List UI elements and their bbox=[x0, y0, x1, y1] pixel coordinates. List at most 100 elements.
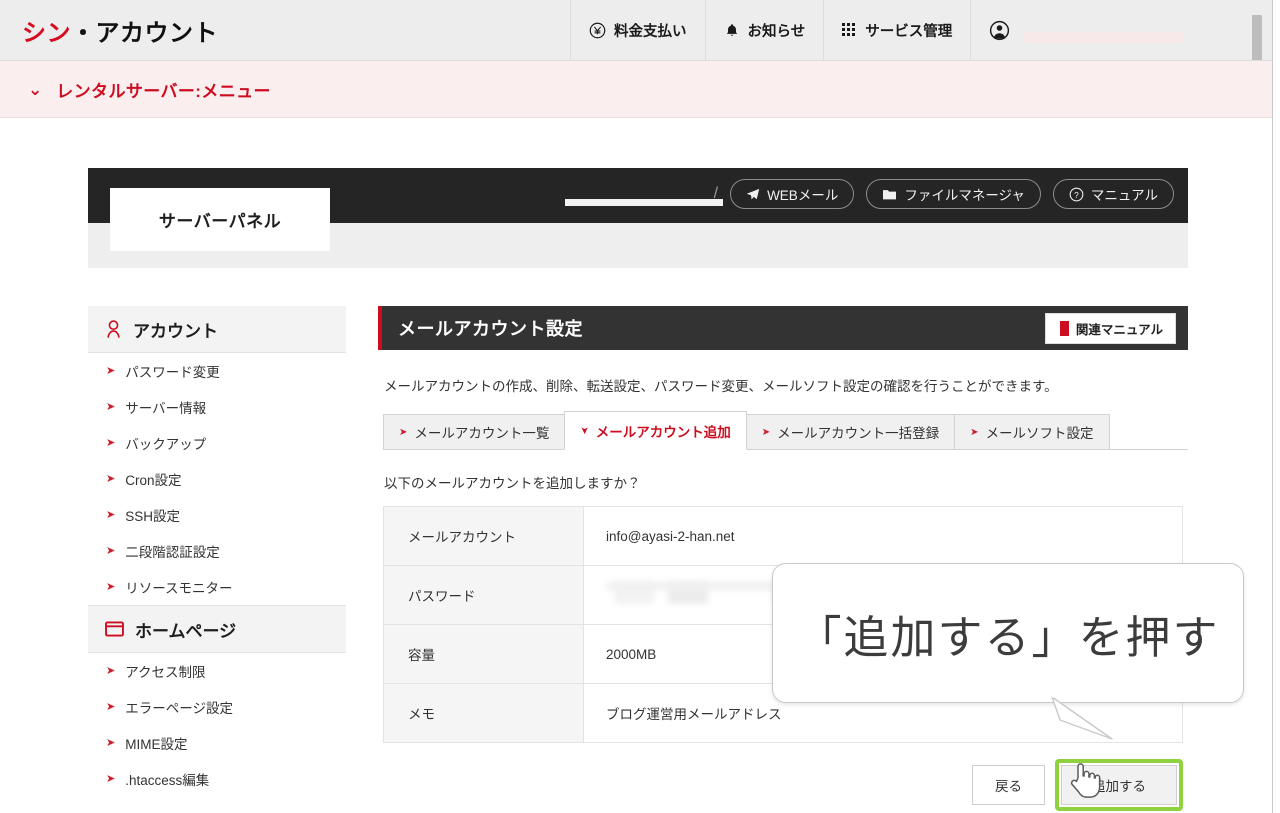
sidebar-item-resource-monitor[interactable]: ➤ リソースモニター bbox=[88, 569, 346, 605]
account-name-redacted bbox=[1024, 31, 1185, 43]
tab-label: メールアカウント一覧 bbox=[414, 426, 550, 441]
tab-bar: ➤ メールアカウント一覧 ➤ メールアカウント追加 ➤ メールアカウント一括登録… bbox=[383, 411, 1188, 450]
brand-logo-sep: ・ bbox=[71, 19, 96, 47]
confirm-question: 以下のメールアカウントを追加しますか？ bbox=[384, 476, 641, 491]
sidebar-item-password-change[interactable]: ➤ パスワード変更 bbox=[88, 353, 346, 389]
chevron-right-icon: ➤ bbox=[106, 544, 116, 557]
file-manager-button[interactable]: ファイルマネージャ bbox=[866, 179, 1041, 209]
nav-item-notice-label: お知らせ bbox=[747, 23, 806, 40]
row-label: メールアカウント bbox=[383, 506, 584, 566]
tab-mail-software-settings[interactable]: ➤ メールソフト設定 bbox=[954, 414, 1110, 449]
page-root: シン・アカウント 料金支払い お知らせ サービス管理 ⌄ レンタルサーバー:メニ… bbox=[0, 0, 1280, 813]
nav-item-payment-label: 料金支払い bbox=[614, 23, 687, 40]
sidebar-item-ssh[interactable]: ➤ SSH設定 bbox=[88, 497, 346, 533]
global-nav: 料金支払い お知らせ サービス管理 bbox=[570, 0, 1272, 60]
person-circle-icon bbox=[989, 20, 1010, 41]
sidebar-item-label: リソースモニター bbox=[125, 581, 233, 596]
tab-label: メールアカウント追加 bbox=[595, 424, 731, 440]
row-value: info@ayasi-2-han.net bbox=[583, 506, 1183, 566]
sidebar-item-server-info[interactable]: ➤ サーバー情報 bbox=[88, 389, 346, 425]
back-button[interactable]: 戻る bbox=[972, 765, 1045, 805]
sidebar-item-label: アクセス制限 bbox=[125, 665, 206, 680]
sidebar-item-access-restriction[interactable]: ➤ アクセス制限 bbox=[88, 653, 346, 689]
page-scrollbar-thumb[interactable] bbox=[1252, 15, 1262, 60]
person-icon bbox=[105, 319, 122, 339]
rental-server-menu-label: レンタルサーバー:メニュー bbox=[56, 81, 271, 101]
rental-server-menu-bar[interactable]: ⌄ レンタルサーバー:メニュー bbox=[0, 61, 1272, 118]
chevron-right-icon: ➤ bbox=[106, 700, 116, 713]
row-label: パスワード bbox=[383, 565, 584, 625]
server-panel-actions: / WEBメール ファイルマネージャ ? マニュアル bbox=[714, 177, 1174, 211]
chevron-right-icon: ➤ bbox=[106, 580, 116, 593]
chevron-right-icon: ➤ bbox=[106, 736, 116, 749]
chevron-down-icon: ➤ bbox=[579, 426, 591, 435]
sidebar-section-account-title: アカウント bbox=[133, 321, 218, 341]
sidebar-section-account-header: アカウント bbox=[88, 306, 346, 353]
grid-icon bbox=[842, 22, 857, 38]
tab-mail-account-add[interactable]: ➤ メールアカウント追加 bbox=[564, 411, 747, 450]
sidebar-section-homepage-list: ➤ アクセス制限 ➤ エラーページ設定 ➤ MIME設定 ➤ .htaccess… bbox=[88, 653, 346, 797]
sidebar-section-homepage-header: ホームページ bbox=[88, 606, 346, 653]
tab-mail-account-list[interactable]: ➤ メールアカウント一覧 bbox=[383, 414, 566, 449]
sidebar-item-label: MIME設定 bbox=[125, 737, 188, 752]
svg-text:?: ? bbox=[1074, 189, 1079, 199]
chevron-right-icon: ➤ bbox=[970, 426, 979, 438]
bell-icon bbox=[724, 22, 740, 39]
sidebar-item-backup[interactable]: ➤ バックアップ bbox=[88, 425, 346, 461]
tab-mail-account-bulk-register[interactable]: ➤ メールアカウント一括登録 bbox=[745, 414, 956, 449]
sidebar-item-label: パスワード変更 bbox=[125, 365, 220, 380]
sidebar-item-two-factor-auth[interactable]: ➤ 二段階認証設定 bbox=[88, 533, 346, 569]
sidebar-item-htaccess[interactable]: ➤ .htaccess編集 bbox=[88, 761, 346, 797]
sidebar-item-cron[interactable]: ➤ Cron設定 bbox=[88, 461, 346, 497]
page-title: メールアカウント設定 bbox=[398, 319, 583, 339]
chevron-right-icon: ➤ bbox=[106, 664, 116, 677]
sidebar-item-error-page[interactable]: ➤ エラーページ設定 bbox=[88, 689, 346, 725]
chevron-down-icon: ⌄ bbox=[28, 79, 43, 99]
hand-cursor bbox=[1070, 763, 1101, 798]
nav-item-notice[interactable]: お知らせ bbox=[704, 0, 824, 60]
domain-redaction-bar bbox=[565, 199, 723, 206]
webmail-button[interactable]: WEBメール bbox=[730, 179, 855, 209]
chevron-right-icon: ➤ bbox=[106, 772, 116, 785]
sidebar: アカウント ➤ パスワード変更 ➤ サーバー情報 ➤ バックアップ ➤ Cron… bbox=[88, 306, 346, 797]
server-panel-logo[interactable]: サーバーパネル bbox=[110, 188, 330, 251]
webmail-label: WEBメール bbox=[767, 188, 839, 203]
sidebar-section-account-list: ➤ パスワード変更 ➤ サーバー情報 ➤ バックアップ ➤ Cron設定 ➤ S… bbox=[88, 353, 346, 605]
question-circle-icon: ? bbox=[1069, 187, 1084, 202]
sidebar-item-label: .htaccess編集 bbox=[125, 773, 210, 788]
manual-pill-button[interactable]: ? マニュアル bbox=[1052, 179, 1174, 209]
sidebar-item-label: 二段階認証設定 bbox=[125, 545, 220, 560]
row-label: メモ bbox=[383, 683, 584, 743]
row-label: 容量 bbox=[383, 624, 584, 684]
manual-pill-label: マニュアル bbox=[1090, 188, 1158, 203]
separator-slash: / bbox=[713, 185, 719, 202]
chevron-right-icon: ➤ bbox=[106, 400, 116, 413]
nav-item-account[interactable] bbox=[970, 0, 1272, 60]
paper-plane-icon bbox=[746, 188, 760, 201]
window-icon bbox=[105, 621, 124, 637]
sidebar-item-label: Cron設定 bbox=[125, 473, 182, 488]
callout-tail bbox=[1051, 695, 1113, 740]
brand-logo[interactable]: シン・アカウント bbox=[0, 0, 570, 60]
global-header: シン・アカウント 料金支払い お知らせ サービス管理 bbox=[0, 0, 1272, 61]
brand-logo-dark: アカウント bbox=[95, 19, 218, 47]
form-actions: 戻る 追加する bbox=[383, 759, 1183, 811]
yen-circle-icon bbox=[589, 22, 606, 39]
nav-item-service-management[interactable]: サービス管理 bbox=[823, 0, 970, 60]
table-row: メールアカウント info@ayasi-2-han.net bbox=[383, 506, 1183, 566]
nav-item-service-management-label: サービス管理 bbox=[865, 23, 953, 40]
nav-item-payment[interactable]: 料金支払い bbox=[570, 0, 705, 60]
brand-logo-red: シン bbox=[22, 19, 71, 47]
page-scrollbar-track[interactable] bbox=[1272, 0, 1280, 813]
sidebar-item-label: サーバー情報 bbox=[125, 401, 207, 416]
book-icon bbox=[1057, 320, 1069, 336]
sidebar-section-homepage-title: ホームページ bbox=[135, 621, 237, 641]
server-panel-banner: サーバーパネル / WEBメール ファイルマネージャ ? マニュアル bbox=[88, 168, 1188, 268]
sidebar-item-mime[interactable]: ➤ MIME設定 bbox=[88, 725, 346, 761]
sidebar-item-label: バックアップ bbox=[125, 437, 207, 452]
chevron-right-icon: ➤ bbox=[106, 364, 116, 377]
related-manual-button[interactable]: 関連マニュアル bbox=[1044, 312, 1176, 344]
chevron-right-icon: ➤ bbox=[106, 508, 116, 521]
chevron-right-icon: ➤ bbox=[106, 472, 116, 485]
chevron-right-icon: ➤ bbox=[761, 426, 771, 438]
